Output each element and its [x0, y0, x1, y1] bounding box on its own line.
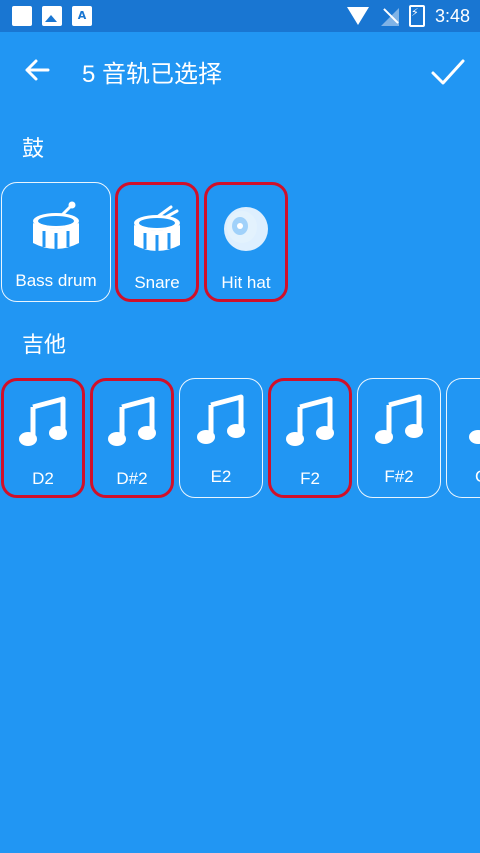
arrow-back-icon: [25, 59, 50, 81]
track-label: F#2: [384, 467, 414, 486]
music-note-icon: [286, 396, 334, 446]
track-label: Snare: [134, 273, 180, 292]
snare-icon: [134, 205, 180, 253]
font-icon: A: [72, 6, 92, 26]
no-signal-icon: [379, 6, 399, 26]
track-tile-d2[interactable]: D2: [1, 378, 85, 498]
track-tile-bass-drum[interactable]: Bass drum: [1, 182, 111, 302]
clock: 3:48: [434, 5, 470, 26]
track-label: E2: [210, 467, 232, 486]
notification-icon: [12, 6, 32, 26]
music-note-icon: [375, 394, 423, 444]
battery-charging-icon: [408, 5, 425, 27]
track-tile-d-sharp-2[interactable]: D#2: [90, 378, 174, 498]
track-label: G: [475, 467, 480, 487]
track-label: F2: [300, 469, 320, 488]
track-tile-e2[interactable]: E2: [179, 378, 263, 498]
track-tile-snare[interactable]: Snare: [115, 182, 199, 302]
music-note-icon: [19, 396, 67, 446]
drum-icon: [33, 201, 79, 251]
track-tile-f-sharp-2[interactable]: F#2: [357, 378, 441, 498]
confirm-button[interactable]: [430, 54, 466, 90]
music-note-icon: [469, 430, 480, 444]
cymbal-icon: [224, 207, 268, 251]
track-label: D2: [32, 469, 54, 488]
music-note-icon: [197, 394, 245, 444]
track-label: Hit hat: [221, 273, 271, 292]
track-label: Bass drum: [15, 271, 97, 290]
track-tile-hit-hat[interactable]: Hit hat: [204, 182, 288, 302]
track-tile-g-partial[interactable]: G: [446, 378, 480, 498]
check-icon: [431, 59, 465, 85]
track-label: D#2: [116, 469, 148, 488]
image-icon: [42, 6, 62, 26]
section-title-guitar: 吉他: [22, 333, 67, 358]
music-note-icon: [108, 396, 156, 446]
status-bar: A 3:48: [0, 0, 480, 32]
back-button[interactable]: [22, 55, 52, 85]
track-tile-f2[interactable]: F2: [268, 378, 352, 498]
wifi-icon: [346, 7, 369, 25]
app-bar: 5 音轨已选择: [0, 32, 480, 108]
section-title-drums: 鼓: [22, 137, 45, 162]
page-title: 5 音轨已选择: [82, 61, 223, 88]
